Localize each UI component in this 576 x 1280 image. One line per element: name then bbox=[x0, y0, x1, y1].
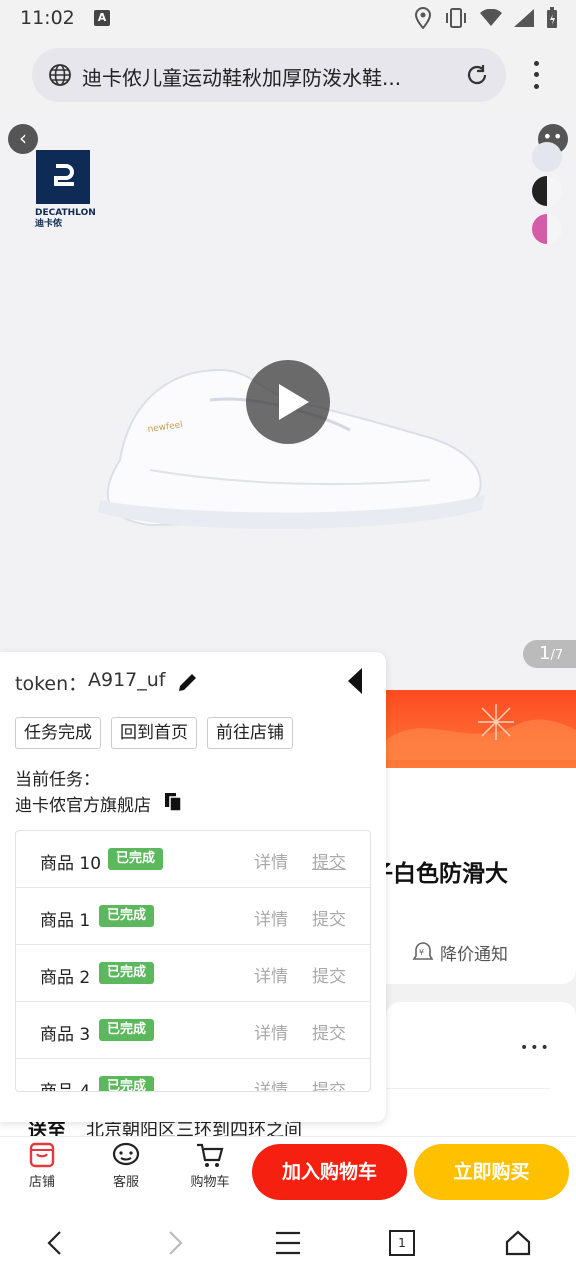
task-row: 商品 10 已完成 详情 提交 bbox=[16, 831, 370, 888]
task-list[interactable]: 商品 10 已完成 详情 提交 商品 1 已完成 详情 提交 商品 2 已完成 … bbox=[15, 830, 371, 1092]
status-badge: 已完成 bbox=[99, 905, 155, 927]
home-icon[interactable] bbox=[504, 1230, 532, 1256]
submit-link[interactable]: 提交 bbox=[312, 1076, 346, 1091]
cart-icon bbox=[197, 1143, 224, 1167]
back-icon[interactable]: ‹ bbox=[8, 124, 38, 154]
token-label: token： bbox=[15, 673, 88, 695]
submit-link[interactable]: 提交 bbox=[312, 962, 346, 987]
current-task-label: 当前任务： bbox=[15, 770, 100, 790]
promo-banner bbox=[386, 690, 576, 768]
battery-icon bbox=[547, 7, 557, 28]
status-icons bbox=[414, 6, 558, 30]
color-swatch-pink[interactable] bbox=[532, 214, 562, 244]
url-text[interactable]: 迪卡侬儿童运动鞋秋加厚防泼水鞋... bbox=[82, 62, 454, 91]
buy-now-button[interactable]: 立即购买 bbox=[414, 1144, 569, 1200]
task-row: 商品 1 已完成 详情 提交 bbox=[16, 888, 370, 945]
task-row: 商品 3 已完成 详情 提交 bbox=[16, 1002, 370, 1059]
task-row: 商品 2 已完成 详情 提交 bbox=[16, 945, 370, 1002]
service-button[interactable]: 客服 bbox=[98, 1141, 154, 1190]
status-badge: 已完成 bbox=[99, 962, 155, 984]
menu-icon[interactable] bbox=[274, 1230, 302, 1256]
detail-link[interactable]: 详情 bbox=[254, 848, 288, 873]
more-dots-icon[interactable]: ••• bbox=[520, 1040, 551, 1056]
product-title: 子白色防滑大 bbox=[370, 861, 508, 887]
notification-icon: A bbox=[94, 10, 110, 26]
back-icon[interactable] bbox=[44, 1230, 68, 1256]
play-video-button[interactable] bbox=[246, 360, 330, 444]
color-swatch-white[interactable] bbox=[532, 142, 562, 172]
service-icon bbox=[112, 1142, 140, 1166]
system-nav-bar: 1 bbox=[0, 1206, 576, 1280]
current-task-value: 迪卡侬官方旗舰店 bbox=[15, 796, 151, 816]
detail-link[interactable]: 详情 bbox=[254, 962, 288, 987]
task-name: 商品 2 bbox=[40, 968, 91, 988]
submit-link[interactable]: 提交 bbox=[312, 848, 346, 873]
submit-link[interactable]: 提交 bbox=[312, 1019, 346, 1044]
status-bar: 11:02 A bbox=[0, 0, 576, 36]
globe-icon bbox=[49, 64, 71, 86]
task-name: 商品 4 bbox=[40, 1082, 91, 1092]
store-icon bbox=[29, 1142, 55, 1168]
location-icon bbox=[414, 7, 432, 29]
copy-icon[interactable] bbox=[164, 792, 182, 812]
task-row: 商品 4 已完成 详情 提交 bbox=[16, 1059, 370, 1092]
price-alert-button[interactable]: ¥ 降价通知 bbox=[412, 940, 508, 965]
token-value: A917_uf bbox=[88, 669, 166, 691]
wifi-icon bbox=[480, 9, 502, 26]
task-name: 商品 10 bbox=[40, 854, 102, 874]
vibrate-icon bbox=[446, 8, 466, 28]
status-badge: 已完成 bbox=[99, 1076, 155, 1091]
brand-logo bbox=[36, 150, 90, 204]
collapse-panel-icon[interactable] bbox=[348, 668, 364, 694]
add-to-cart-button[interactable]: 加入购物车 bbox=[252, 1144, 407, 1200]
detail-link[interactable]: 详情 bbox=[254, 1076, 288, 1091]
submit-link[interactable]: 提交 bbox=[312, 905, 346, 930]
go-store-button[interactable]: 前往店铺 bbox=[207, 717, 293, 749]
task-complete-button[interactable]: 任务完成 bbox=[15, 717, 101, 749]
reload-icon[interactable] bbox=[464, 62, 490, 88]
address-bar[interactable]: 迪卡侬儿童运动鞋秋加厚防泼水鞋... bbox=[32, 48, 506, 102]
browser-menu-icon[interactable] bbox=[526, 58, 546, 92]
detail-link[interactable]: 详情 bbox=[254, 905, 288, 930]
divider bbox=[386, 1088, 550, 1089]
edit-icon[interactable] bbox=[176, 670, 200, 694]
task-panel: token： A917_uf 任务完成 回到首页 前往店铺 当前任务： 迪卡侬官… bbox=[0, 652, 386, 1122]
store-label: 店铺 bbox=[28, 1175, 55, 1190]
store-button[interactable]: 店铺 bbox=[14, 1141, 70, 1190]
service-label: 客服 bbox=[112, 1175, 139, 1190]
back-home-button[interactable]: 回到首页 bbox=[111, 717, 197, 749]
forward-icon[interactable] bbox=[162, 1230, 186, 1256]
image-page-indicator: 1/7 bbox=[523, 640, 576, 668]
price-alert-icon: ¥ bbox=[412, 941, 434, 960]
color-swatch-black[interactable] bbox=[532, 176, 562, 206]
status-badge: 已完成 bbox=[108, 848, 164, 870]
detail-link[interactable]: 详情 bbox=[254, 1019, 288, 1044]
signal-icon bbox=[514, 9, 534, 27]
task-name: 商品 1 bbox=[40, 911, 91, 931]
task-name: 商品 3 bbox=[40, 1025, 91, 1045]
cart-label: 购物车 bbox=[190, 1175, 230, 1190]
status-time: 11:02 bbox=[20, 7, 75, 29]
status-badge: 已完成 bbox=[99, 1019, 155, 1041]
cart-button[interactable]: 购物车 bbox=[182, 1141, 238, 1190]
price-alert-label: 降价通知 bbox=[440, 945, 508, 965]
brand-logo-text: DECATHLON 迪卡侬 bbox=[35, 208, 96, 229]
svg-text:¥: ¥ bbox=[419, 948, 424, 957]
bottom-action-bar: 店铺 客服 购物车 加入购物车 立即购买 bbox=[0, 1136, 576, 1206]
tabs-button[interactable]: 1 bbox=[389, 1230, 415, 1256]
panel-button-row: 任务完成 回到首页 前往店铺 bbox=[15, 717, 293, 749]
